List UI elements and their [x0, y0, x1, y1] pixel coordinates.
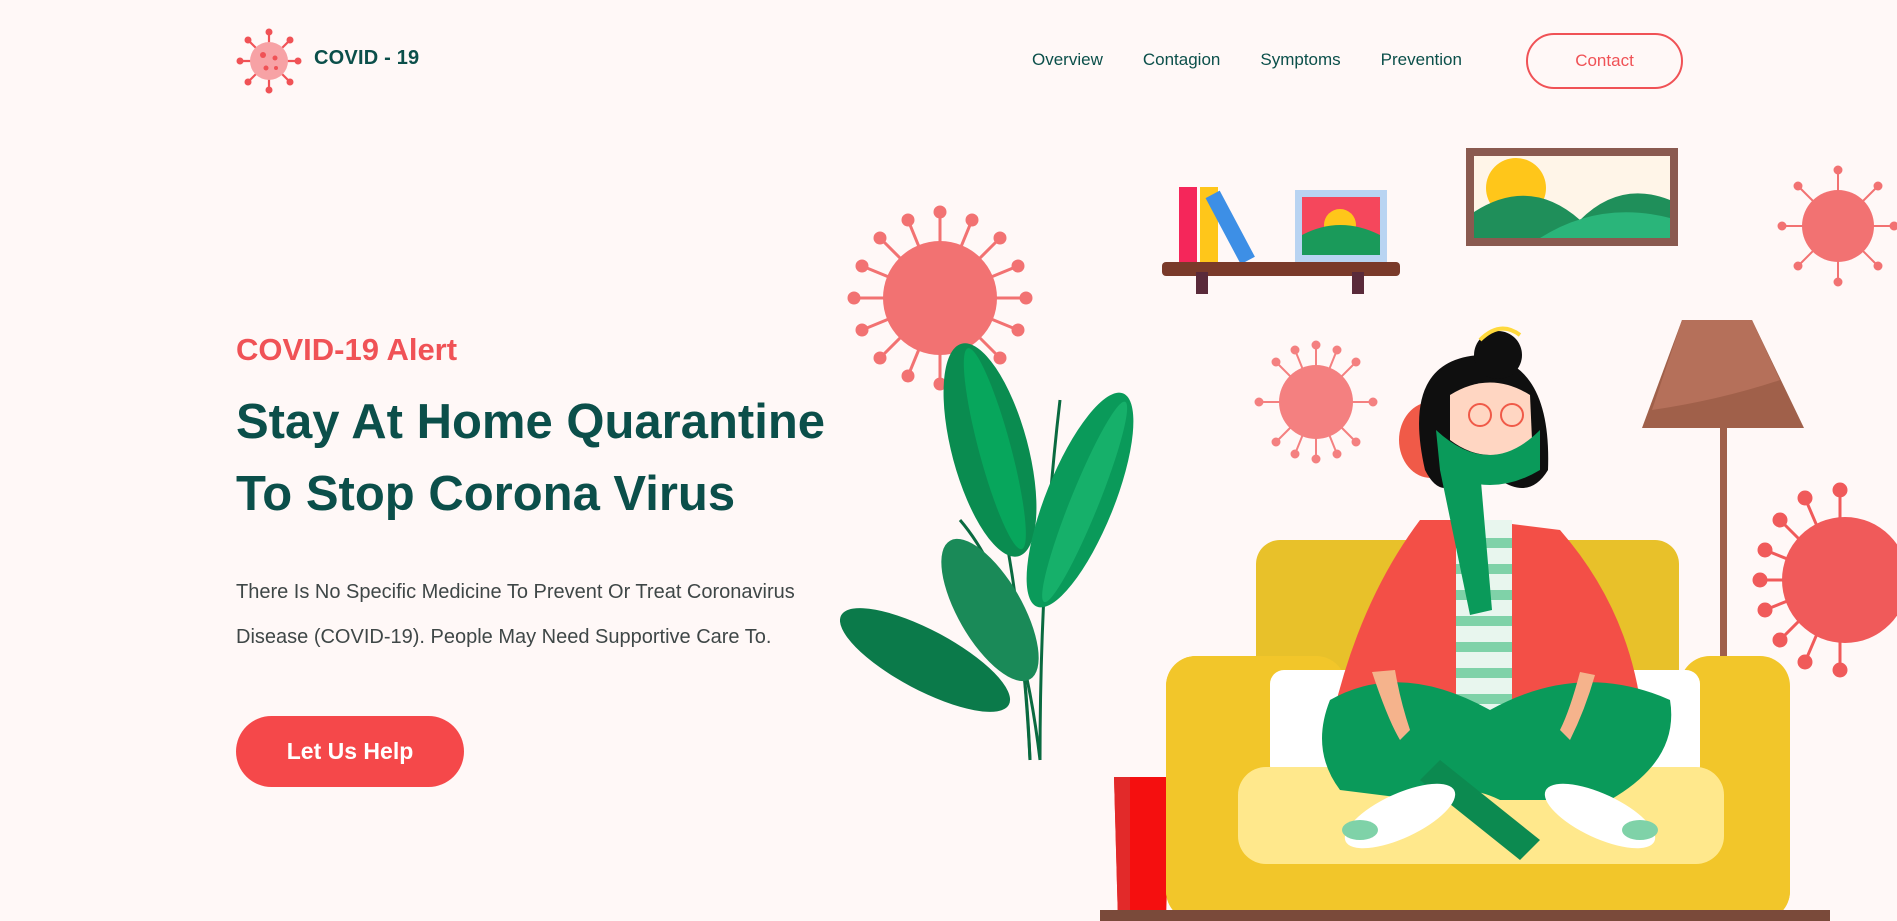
hero-description: There Is No Specific Medicine To Prevent… — [236, 570, 866, 660]
virus-illustration-large — [847, 205, 1033, 391]
virus-icon — [236, 28, 302, 94]
contact-button[interactable]: Contact — [1526, 33, 1683, 89]
virus-illustration-right-edge — [1752, 482, 1897, 678]
hero-section: COVID-19 Alert Stay At Home Quarantine T… — [236, 332, 876, 660]
hero-headline-line-2: To Stop Corona Virus — [236, 467, 736, 521]
wall-picture — [1466, 148, 1678, 246]
brand-logo[interactable]: COVID - 19 — [236, 28, 419, 94]
hero-description-line-2: Disease (COVID-19). People May Need Supp… — [236, 626, 772, 648]
nav-item-prevention[interactable]: Prevention — [1381, 50, 1462, 70]
virus-illustration-medium — [1254, 340, 1378, 464]
brand-name: COVID - 19 — [314, 46, 420, 69]
hero-eyebrow: COVID-19 Alert — [236, 332, 458, 367]
potted-plant — [840, 343, 1170, 921]
nav-item-contagion[interactable]: Contagion — [1143, 50, 1221, 70]
hero-headline: Stay At Home Quarantine To Stop Corona V… — [236, 386, 876, 530]
nav-item-symptoms[interactable]: Symptoms — [1260, 50, 1340, 70]
main-nav: Overview Contagion Symptoms Prevention — [1032, 50, 1462, 70]
wall-shelf — [1162, 187, 1400, 294]
nav-item-overview[interactable]: Overview — [1032, 50, 1103, 70]
virus-illustration-top-right — [1777, 165, 1897, 287]
quarantine-illustration — [840, 148, 1897, 921]
let-us-help-button[interactable]: Let Us Help — [236, 716, 464, 787]
hero-headline-line-1: Stay At Home Quarantine — [236, 395, 826, 449]
hero-description-line-1: There Is No Specific Medicine To Prevent… — [236, 581, 795, 603]
